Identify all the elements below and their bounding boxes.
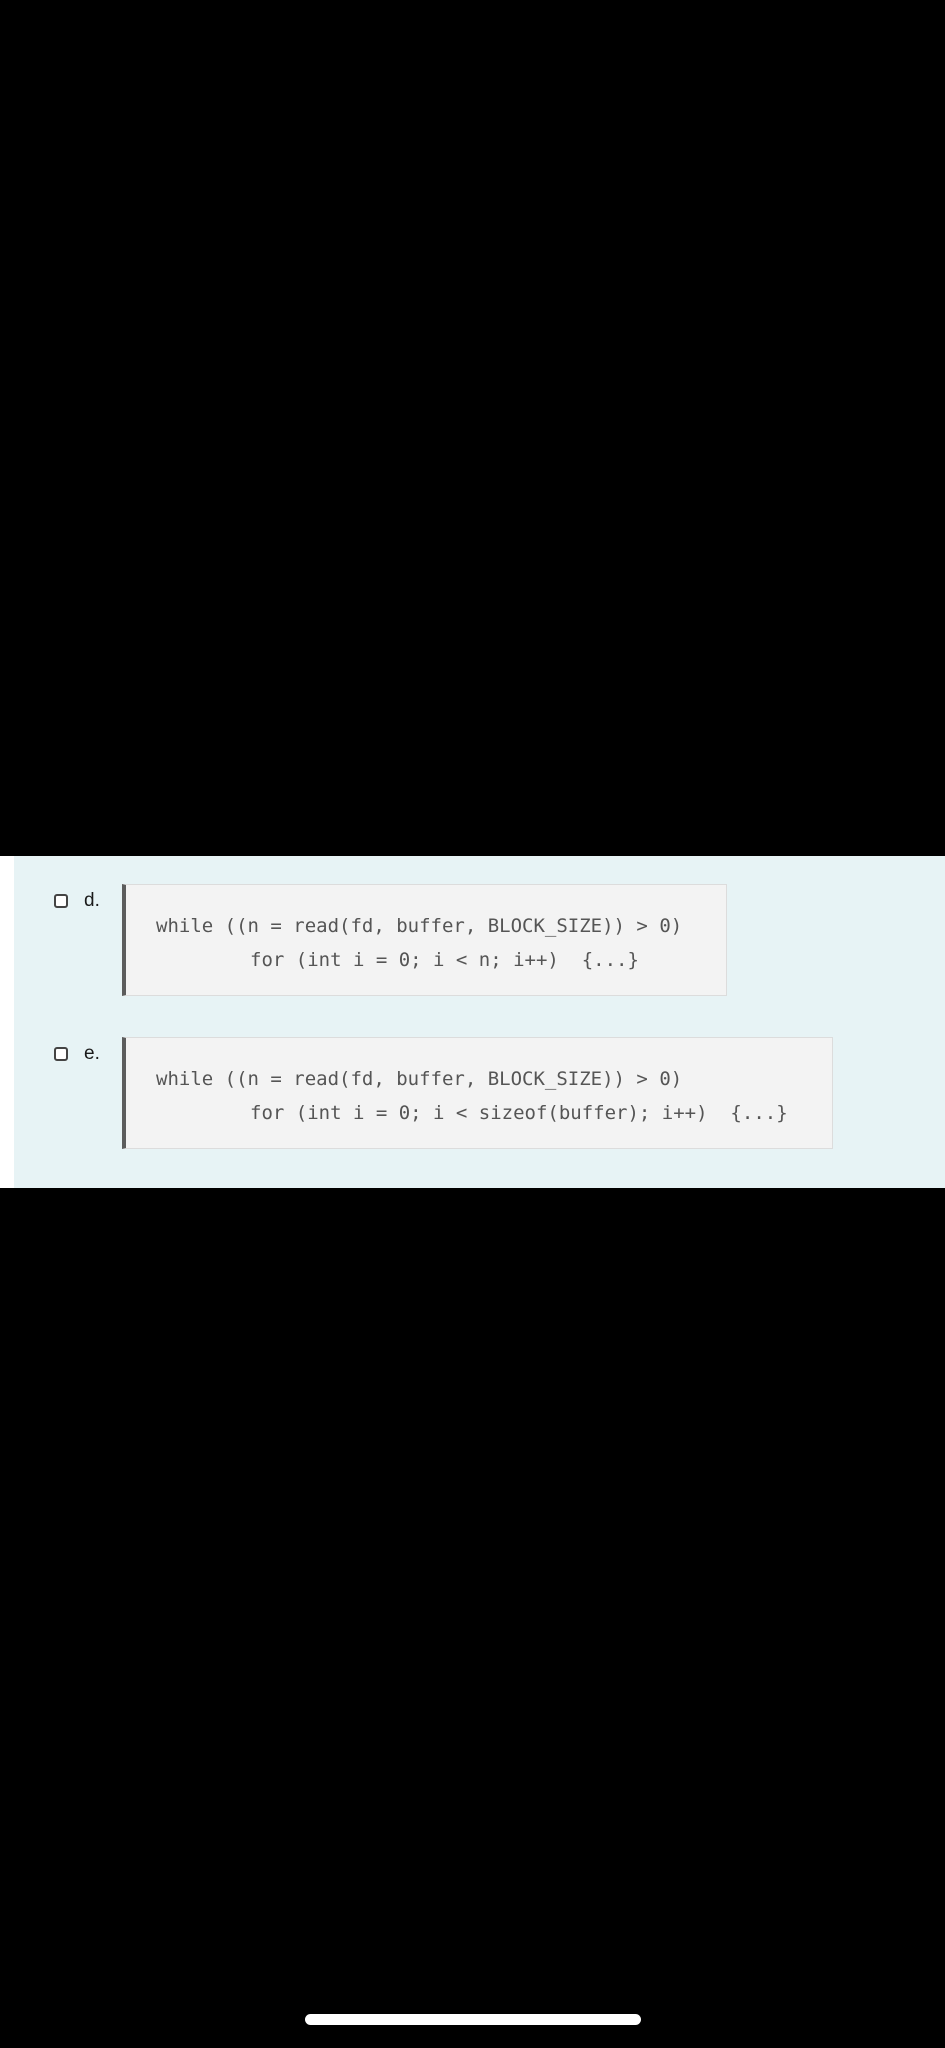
bottom-black-area — [0, 1188, 945, 2048]
code-line: for (int i = 0; i < sizeof(buffer); i++)… — [250, 1102, 788, 1124]
code-line: for (int i = 0; i < n; i++) {...} — [250, 949, 639, 971]
option-letter: d. — [84, 890, 100, 911]
option-letter: e. — [84, 1043, 100, 1064]
code-line: while ((n = read(fd, buffer, BLOCK_SIZE)… — [156, 1068, 683, 1090]
code-block: while ((n = read(fd, buffer, BLOCK_SIZE)… — [122, 1037, 833, 1149]
checkbox-unchecked-icon[interactable] — [54, 894, 68, 908]
answer-options-panel: d. while ((n = read(fd, buffer, BLOCK_SI… — [0, 856, 945, 1188]
answer-options-list: d. while ((n = read(fd, buffer, BLOCK_SI… — [14, 856, 945, 1188]
top-black-area — [0, 0, 945, 856]
checkbox-unchecked-icon[interactable] — [54, 1047, 68, 1061]
code-block: while ((n = read(fd, buffer, BLOCK_SIZE)… — [122, 884, 727, 996]
code-line: while ((n = read(fd, buffer, BLOCK_SIZE)… — [156, 915, 683, 937]
home-indicator[interactable] — [305, 2014, 641, 2025]
